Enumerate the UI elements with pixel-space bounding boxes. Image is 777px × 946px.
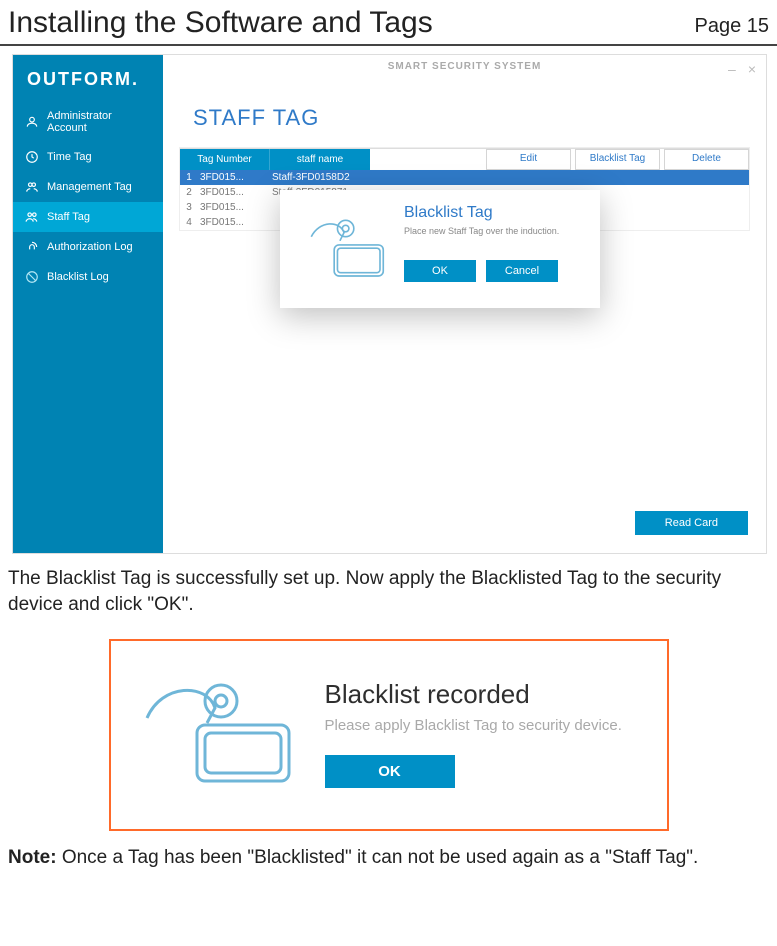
sidebar-item-admin-account[interactable]: Administrator Account xyxy=(13,102,163,142)
fingerprint-icon xyxy=(25,240,39,254)
dialog-subtitle: Please apply Blacklist Tag to security d… xyxy=(325,716,647,736)
sidebar-item-label: Staff Tag xyxy=(47,211,90,223)
dialog-content: Blacklist recorded Please apply Blacklis… xyxy=(325,679,647,789)
sidebar-item-label: Administrator Account xyxy=(47,110,153,134)
column-header-tag-number: Tag Number xyxy=(180,149,270,170)
close-button[interactable]: × xyxy=(748,61,756,77)
clock-icon xyxy=(25,150,39,164)
sidebar-item-time-tag[interactable]: Time Tag xyxy=(13,142,163,172)
ok-button[interactable]: OK xyxy=(325,755,455,788)
sidebar-item-label: Authorization Log xyxy=(47,241,133,253)
dialog-title: Blacklist recorded xyxy=(325,679,647,710)
row-index: 4 xyxy=(180,217,198,228)
brand-logo: OUTFORM. xyxy=(13,55,163,102)
row-tag-number: 3FD015... xyxy=(198,217,270,228)
section-title: STAFF TAG xyxy=(193,105,766,131)
minimize-button[interactable]: – xyxy=(728,61,736,77)
sidebar-nav: Administrator Account Time Tag Managemen… xyxy=(13,102,163,553)
dialog-subtitle: Place new Staff Tag over the induction. xyxy=(404,226,586,236)
page-number: Page 15 xyxy=(694,15,769,38)
people-icon xyxy=(25,210,39,224)
user-icon xyxy=(25,115,39,129)
delete-button[interactable]: Delete xyxy=(664,149,749,170)
note-prefix: Note: xyxy=(8,847,57,868)
doc-title: Installing the Software and Tags xyxy=(8,6,433,40)
sidebar-item-blacklist-log[interactable]: Blacklist Log xyxy=(13,262,163,292)
app-screenshot: OUTFORM. Administrator Account Time Tag … xyxy=(12,54,767,554)
sidebar-item-label: Time Tag xyxy=(47,151,92,163)
blacklist-tag-button[interactable]: Blacklist Tag xyxy=(575,149,660,170)
sidebar: OUTFORM. Administrator Account Time Tag … xyxy=(13,55,163,553)
note-paragraph: Note: Once a Tag has been "Blacklisted" … xyxy=(0,841,777,883)
induction-illustration-icon xyxy=(294,204,394,294)
tag-icon xyxy=(25,180,39,194)
sidebar-item-management-tag[interactable]: Management Tag xyxy=(13,172,163,202)
row-tag-number: 3FD015... xyxy=(198,172,270,183)
dialog-title: Blacklist Tag xyxy=(404,204,586,222)
row-index: 3 xyxy=(180,202,198,213)
row-tag-number: 3FD015... xyxy=(198,187,270,198)
note-body: Once a Tag has been "Blacklisted" it can… xyxy=(57,847,699,868)
sidebar-item-authorization-log[interactable]: Authorization Log xyxy=(13,232,163,262)
read-card-button[interactable]: Read Card xyxy=(635,511,748,535)
row-index: 2 xyxy=(180,187,198,198)
row-staff-name: Staff-3FD0158D2 xyxy=(270,172,380,183)
dialog-content: Blacklist Tag Place new Staff Tag over t… xyxy=(404,204,586,294)
induction-illustration-icon xyxy=(127,663,307,803)
instruction-paragraph: The Blacklist Tag is successfully set up… xyxy=(0,562,777,627)
blacklist-recorded-dialog: Blacklist recorded Please apply Blacklis… xyxy=(109,639,669,831)
app-main: SMART SECURITY SYSTEM – × STAFF TAG Tag … xyxy=(163,55,766,553)
staff-tag-table: Tag Number staff name Edit Blacklist Tag… xyxy=(179,147,750,231)
column-header-staff-name: staff name xyxy=(270,149,370,170)
window-controls: – × xyxy=(728,61,756,77)
app-title: SMART SECURITY SYSTEM xyxy=(163,61,766,72)
row-tag-number: 3FD015... xyxy=(198,202,270,213)
edit-button[interactable]: Edit xyxy=(486,149,571,170)
blacklist-tag-dialog: Blacklist Tag Place new Staff Tag over t… xyxy=(280,190,600,308)
doc-header: Installing the Software and Tags Page 15 xyxy=(0,0,777,46)
cancel-button[interactable]: Cancel xyxy=(486,260,558,282)
table-header-row: Tag Number staff name Edit Blacklist Tag… xyxy=(180,148,749,170)
blocked-icon xyxy=(25,270,39,284)
row-index: 1 xyxy=(180,172,198,183)
table-row[interactable]: 1 3FD015... Staff-3FD0158D2 xyxy=(180,170,749,185)
sidebar-item-label: Blacklist Log xyxy=(47,271,109,283)
ok-button[interactable]: OK xyxy=(404,260,476,282)
dialog-buttons: OK Cancel xyxy=(404,260,586,282)
sidebar-item-staff-tag[interactable]: Staff Tag xyxy=(13,202,163,232)
sidebar-item-label: Management Tag xyxy=(47,181,132,193)
